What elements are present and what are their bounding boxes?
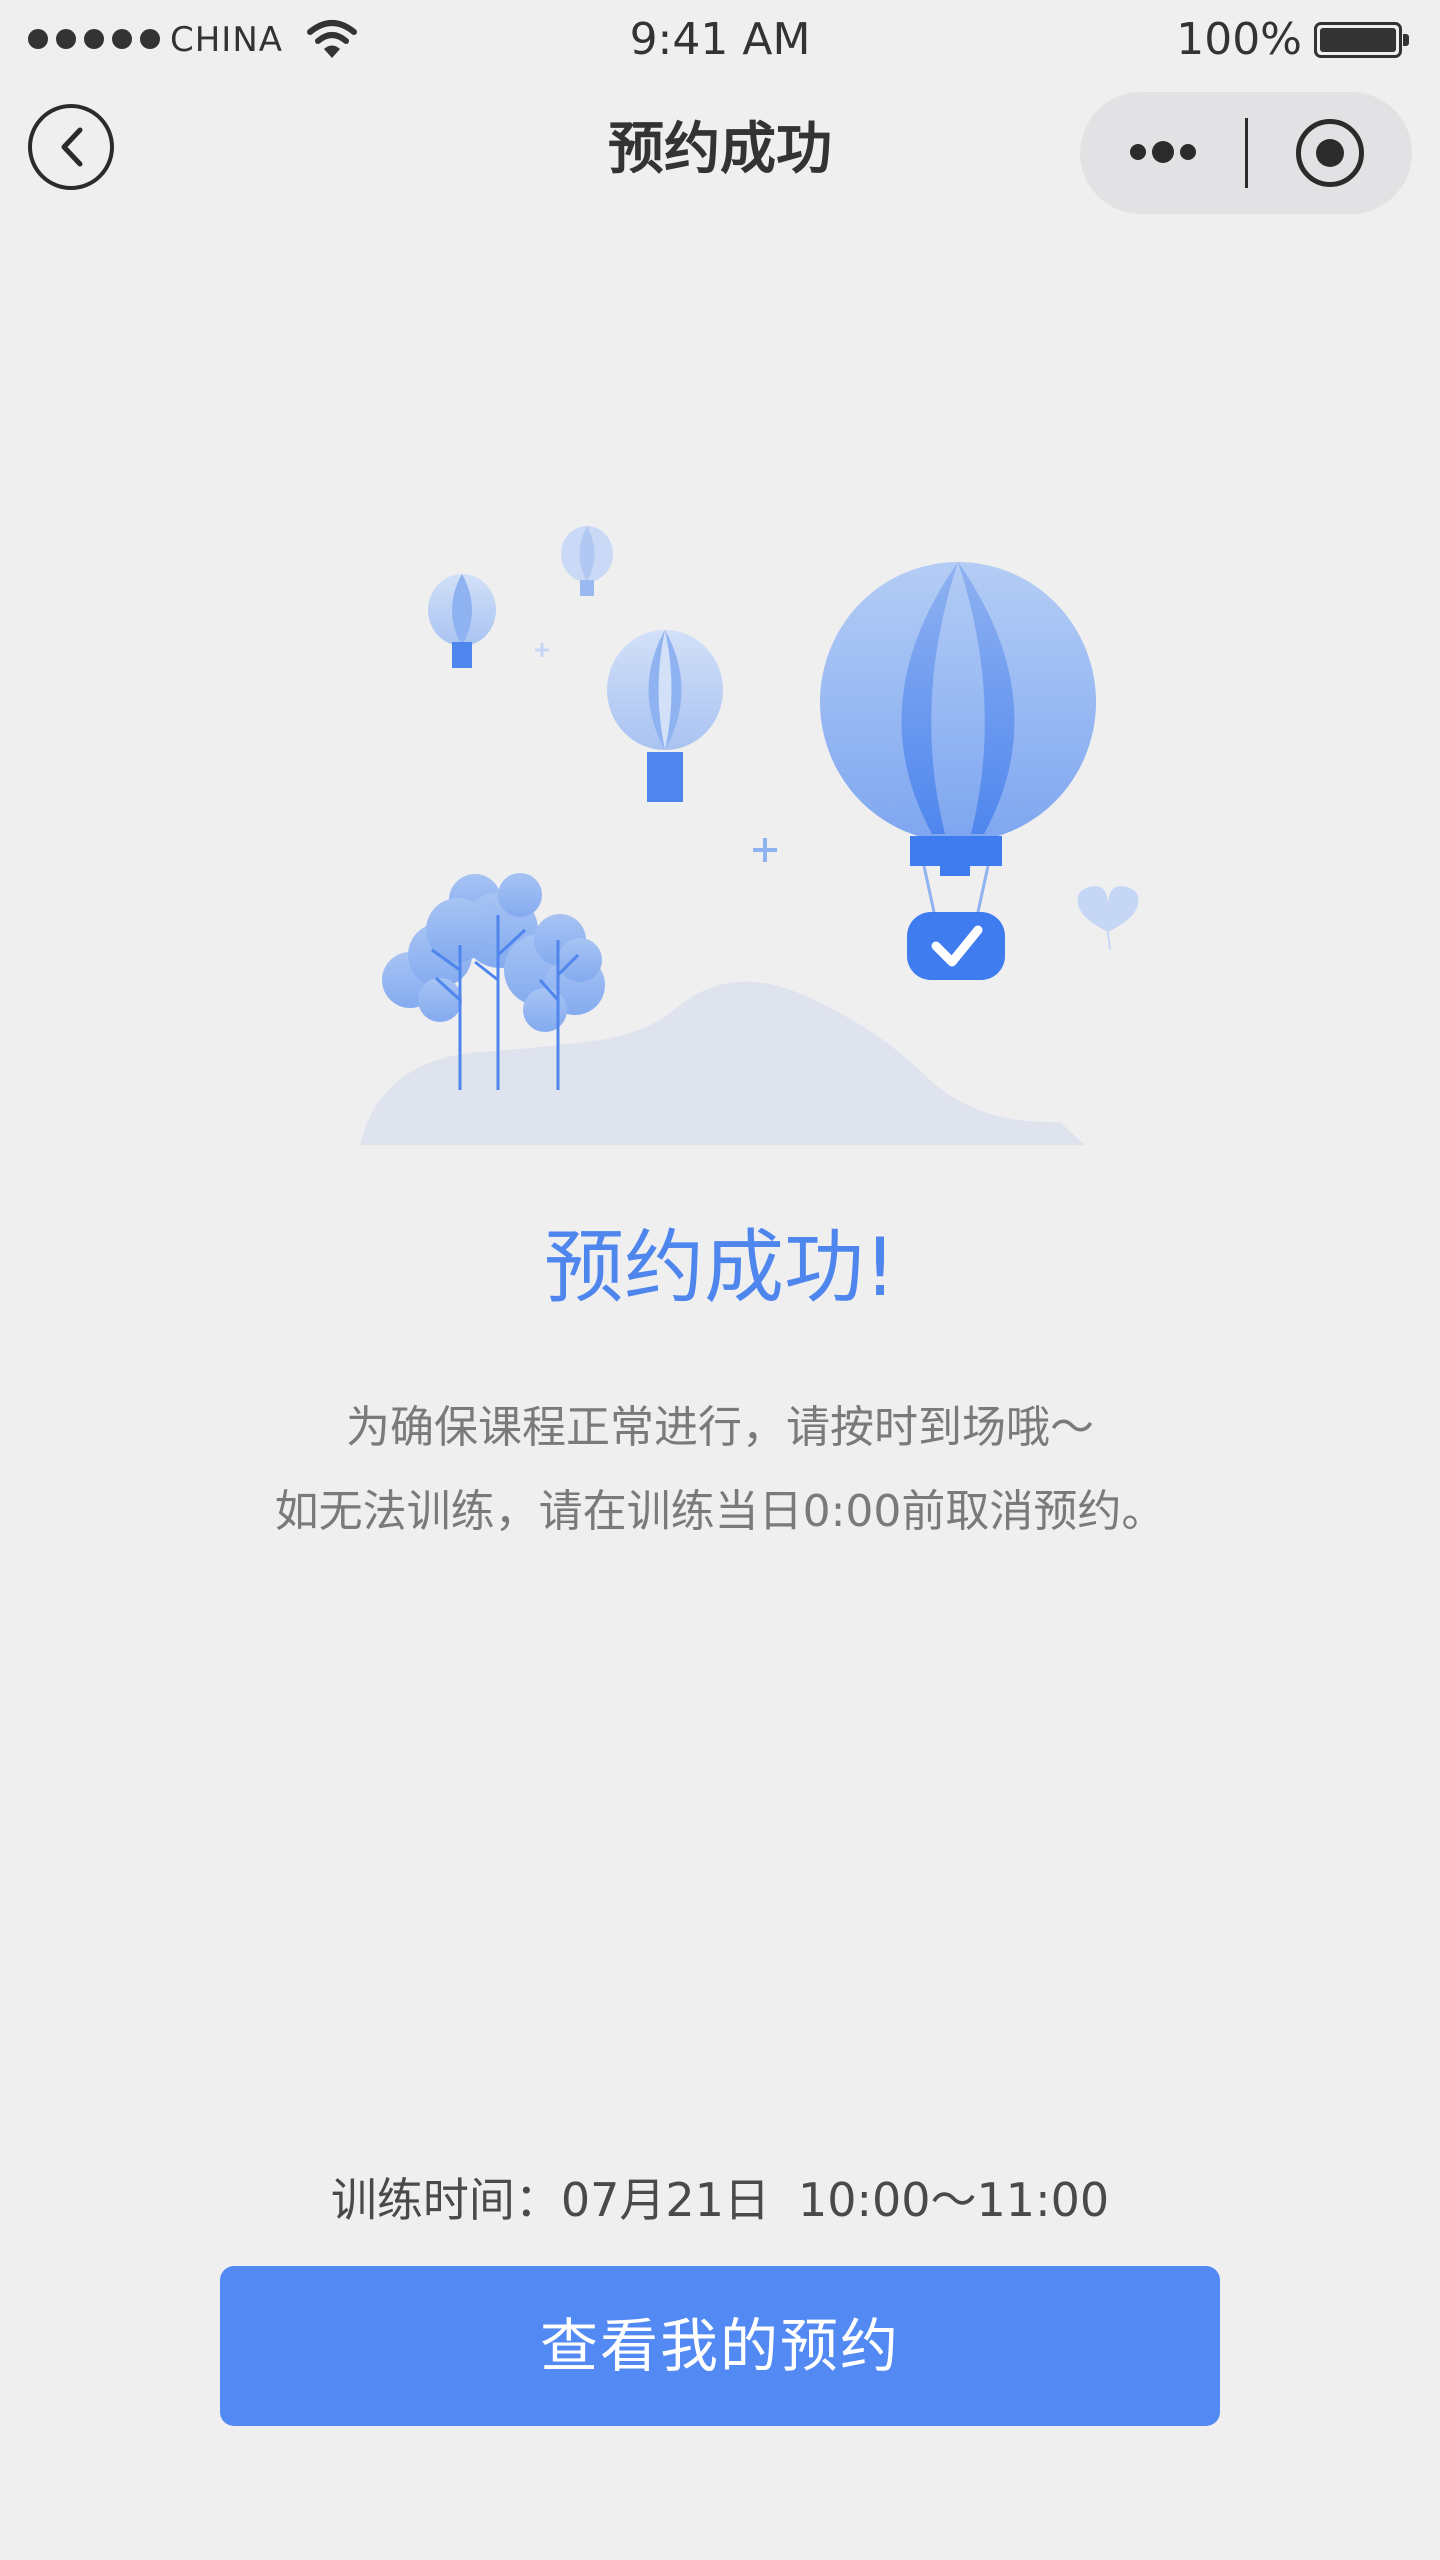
mini-program-capsule [1080, 92, 1412, 214]
success-heading: 预约成功! [543, 1221, 897, 1314]
training-time-label: 训练时间： [330, 2173, 561, 2227]
message-line: 如无法训练，请在训练当日0:00前取消预约。 [274, 1486, 1166, 1537]
small-balloon-icon [428, 574, 496, 668]
hill-shape [360, 981, 1085, 1145]
view-my-bookings-button[interactable]: 查看我的预约 [220, 2266, 1220, 2426]
training-time: 训练时间：07月21日 10:00～11:00 [0, 2164, 1440, 2236]
training-time-range: 10:00～11:00 [797, 2173, 1110, 2227]
navigation-bar: 预约成功 [0, 80, 1440, 216]
battery-fill [1320, 28, 1396, 52]
more-dot-right [1180, 144, 1196, 160]
target-close-icon [1296, 119, 1364, 187]
battery-percent: 100% [1176, 14, 1302, 65]
plus-icon-small [535, 643, 549, 657]
medium-balloon-icon [607, 630, 723, 802]
status-bar: CHINA 9:41 AM 100% [0, 0, 1440, 80]
battery-icon [1314, 22, 1409, 58]
more-dots-icon [1130, 144, 1146, 160]
tiny-balloon-icon [561, 526, 613, 596]
plus-icon [753, 838, 777, 862]
close-button[interactable] [1248, 92, 1412, 214]
success-message: 为确保课程正常进行，请按时到场哦～ 如无法训练，请在训练当日0:00前取消预约。 [0, 1386, 1440, 1554]
success-illustration [360, 526, 1139, 1145]
more-button[interactable] [1080, 92, 1246, 214]
big-balloon-icon [820, 562, 1096, 980]
heart-icon [1077, 886, 1139, 932]
message-line: 为确保课程正常进行，请按时到场哦～ [346, 1402, 1094, 1453]
training-date: 07月21日 [560, 2173, 770, 2227]
more-dot-center [1152, 141, 1174, 163]
